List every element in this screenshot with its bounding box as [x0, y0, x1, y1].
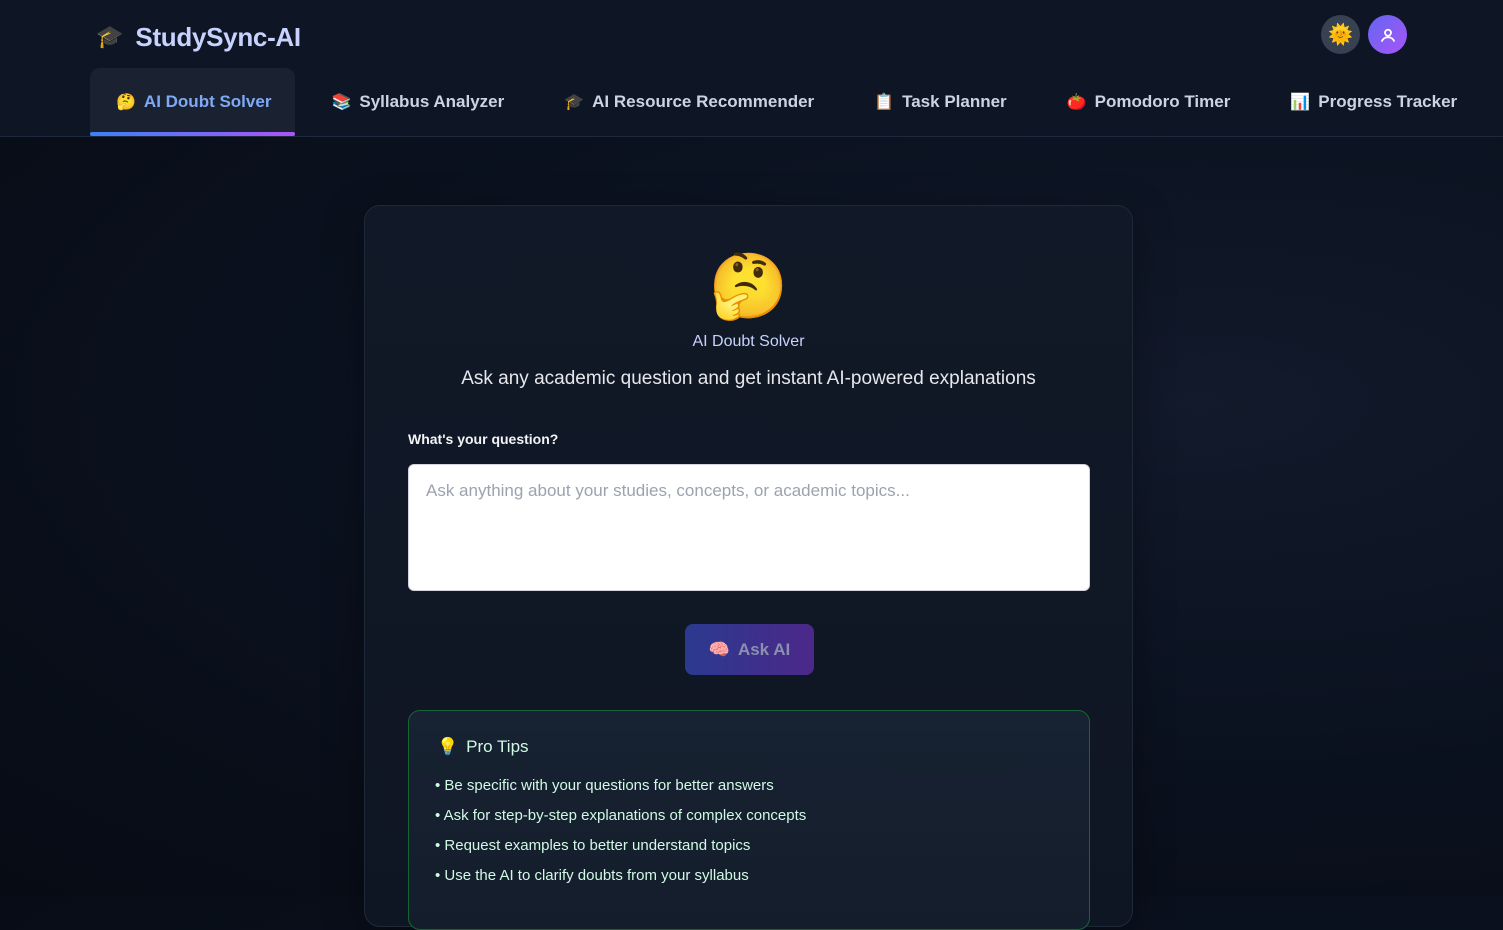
tab-pomodoro-timer[interactable]: 🍅 Pomodoro Timer	[1041, 68, 1255, 136]
tab-label: AI Doubt Solver	[143, 92, 272, 111]
list-item: • Be specific with your questions for be…	[435, 777, 774, 794]
tab-label: Pomodoro Timer	[1094, 92, 1231, 111]
thinking-face-icon: 🤔	[116, 94, 136, 111]
question-label: What's your question?	[408, 431, 559, 447]
clipboard-icon: 📋	[874, 94, 895, 111]
pro-tips-header: 💡 Pro Tips	[437, 737, 529, 757]
tab-label: Syllabus Analyzer	[359, 92, 505, 111]
user-icon	[1380, 28, 1395, 42]
tab-label: AI Resource Recommender	[592, 92, 815, 111]
tab-label: Task Planner	[902, 92, 1007, 111]
light-bulb-icon: 💡	[437, 737, 459, 756]
tab-ai-doubt-solver[interactable]: 🤔 AI Doubt Solver	[90, 68, 296, 136]
ask-ai-button[interactable]: 🧠 Ask AI	[685, 624, 814, 675]
doubt-solver-card: 🤔 AI Doubt Solver Ask any academic quest…	[364, 205, 1133, 930]
tab-syllabus-analyzer[interactable]: 📚 Syllabus Analyzer	[305, 68, 528, 136]
list-item: • Request examples to better understand …	[435, 837, 751, 854]
sun-icon: 🌞	[1328, 24, 1353, 46]
pro-tips-list: • Be specific with your questions for be…	[435, 777, 806, 897]
question-input[interactable]	[408, 464, 1090, 591]
graduation-cap-icon: 🎓	[564, 94, 585, 111]
tab-ai-resource-recommender[interactable]: 🎓 AI Resource Recommender	[538, 68, 838, 136]
user-avatar-button[interactable]	[1368, 15, 1407, 54]
list-item: • Ask for step-by-step explanations of c…	[435, 807, 807, 824]
ask-ai-label: Ask AI	[737, 639, 791, 659]
pro-tips-title: Pro Tips	[466, 737, 529, 756]
top-navigation-bar: 🎓 StudySync-AI 🌞 🤔 AI Doubt Solver 📚 Syl…	[0, 0, 1503, 137]
tomato-icon: 🍅	[1066, 94, 1087, 111]
app-title: StudySync-AI	[135, 21, 301, 52]
section-title: AI Doubt Solver	[692, 333, 805, 350]
feature-tabs: 🤔 AI Doubt Solver 📚 Syllabus Analyzer 🎓 …	[90, 68, 1491, 136]
graduation-cap-icon: 🎓	[96, 24, 124, 49]
section-subtitle: Ask any academic question and get instan…	[461, 368, 1036, 389]
books-icon: 📚	[331, 94, 352, 111]
tab-task-planner[interactable]: 📋 Task Planner	[848, 68, 1031, 136]
brain-icon: 🧠	[708, 639, 730, 659]
theme-toggle-button[interactable]: 🌞	[1321, 15, 1360, 54]
tab-label: Progress Tracker	[1318, 92, 1458, 111]
thinking-face-icon: 🤔	[708, 250, 789, 322]
list-item: • Use the AI to clarify doubts from your…	[435, 867, 749, 884]
tab-progress-tracker[interactable]: 📊 Progress Tracker	[1264, 68, 1481, 136]
pro-tips-panel: 💡 Pro Tips • Be specific with your quest…	[408, 710, 1090, 930]
brand[interactable]: 🎓 StudySync-AI	[96, 20, 301, 54]
bar-chart-icon: 📊	[1290, 94, 1311, 111]
